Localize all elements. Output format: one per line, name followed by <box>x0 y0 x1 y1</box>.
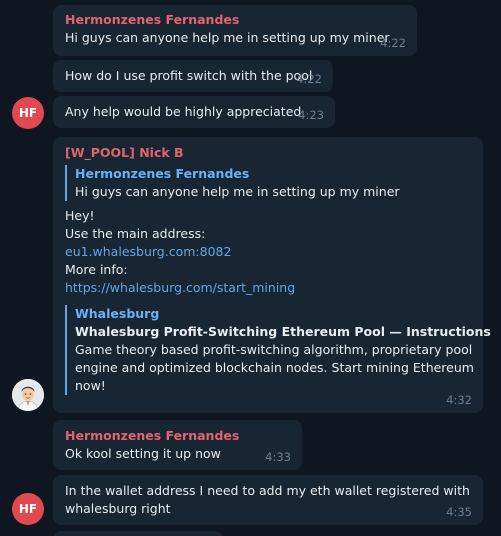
preview-title: Whalesburg Profit-Switching Ethereum Poo… <box>75 324 491 339</box>
message-text: whalesburg right <box>65 501 171 516</box>
address-link[interactable]: eu1.whalesburg.com:8082 <box>65 243 471 261</box>
message-time: 4:35 <box>446 505 472 519</box>
message-bubble[interactable]: Any help would be highly appreciated 4:2… <box>53 96 335 128</box>
avatar[interactable]: HF <box>12 97 44 129</box>
message-text: Hi guys can anyone help me in setting up… <box>65 30 390 45</box>
message-bubble[interactable] <box>53 531 223 536</box>
reply-sender: Hermonzenes Fernandes <box>75 166 250 181</box>
sender-name[interactable]: [W_POOL] Nick B <box>65 144 471 162</box>
message-text: In the wallet address I need to add my e… <box>65 483 470 498</box>
message-text: More info: <box>65 262 128 277</box>
message-text: Hey! <box>65 208 95 223</box>
reply-quote[interactable]: Hermonzenes Fernandes Hi guys can anyone… <box>65 165 471 201</box>
reply-text: Hi guys can anyone help me in setting up… <box>75 184 400 199</box>
message-bubble[interactable]: [W_POOL] Nick B Hermonzenes Fernandes Hi… <box>53 137 491 413</box>
avatar[interactable]: HF <box>12 493 44 525</box>
preview-site-name: Whalesburg <box>75 306 160 321</box>
message-bubble[interactable]: Hermonzenes Fernandes Hi guys can anyone… <box>53 5 417 56</box>
message-time: 4:33 <box>265 450 291 464</box>
info-link[interactable]: https://whalesburg.com/start_mining <box>65 279 471 297</box>
avatar-portrait <box>12 379 44 411</box>
avatar-initials: HF <box>18 502 38 516</box>
message-text: Ok kool setting it up now <box>65 446 221 461</box>
message-bubble[interactable]: Hermonzenes Fernandes Ok kool setting it… <box>53 420 302 470</box>
link-preview[interactable]: Whalesburg Whalesburg Profit-Switching E… <box>65 305 491 395</box>
message-text: How do I use profit switch with the pool <box>65 68 313 83</box>
message-bubble[interactable]: How do I use profit switch with the pool… <box>53 60 333 92</box>
message-text: Use the main address: <box>65 226 206 241</box>
message-text: Any help would be highly appreciated <box>65 104 302 119</box>
preview-description: Game theory based profit-switching algor… <box>75 342 473 357</box>
message-time: 4:22 <box>296 72 322 86</box>
message-bubble[interactable]: In the wallet address I need to add my e… <box>53 475 483 525</box>
message-time: 4:22 <box>380 36 406 50</box>
chat-history: Hermonzenes Fernandes Hi guys can anyone… <box>0 0 501 536</box>
sender-name[interactable]: Hermonzenes Fernandes <box>65 427 290 445</box>
preview-description: engine and optimized blockchain nodes. S… <box>75 360 474 375</box>
preview-description: now! <box>75 378 106 393</box>
sender-name[interactable]: Hermonzenes Fernandes <box>65 11 405 29</box>
message-time: 4:32 <box>446 393 472 407</box>
cartoon-man-avatar-icon[interactable] <box>12 379 44 411</box>
message-time: 4:23 <box>298 108 324 122</box>
avatar-initials: HF <box>18 106 38 120</box>
